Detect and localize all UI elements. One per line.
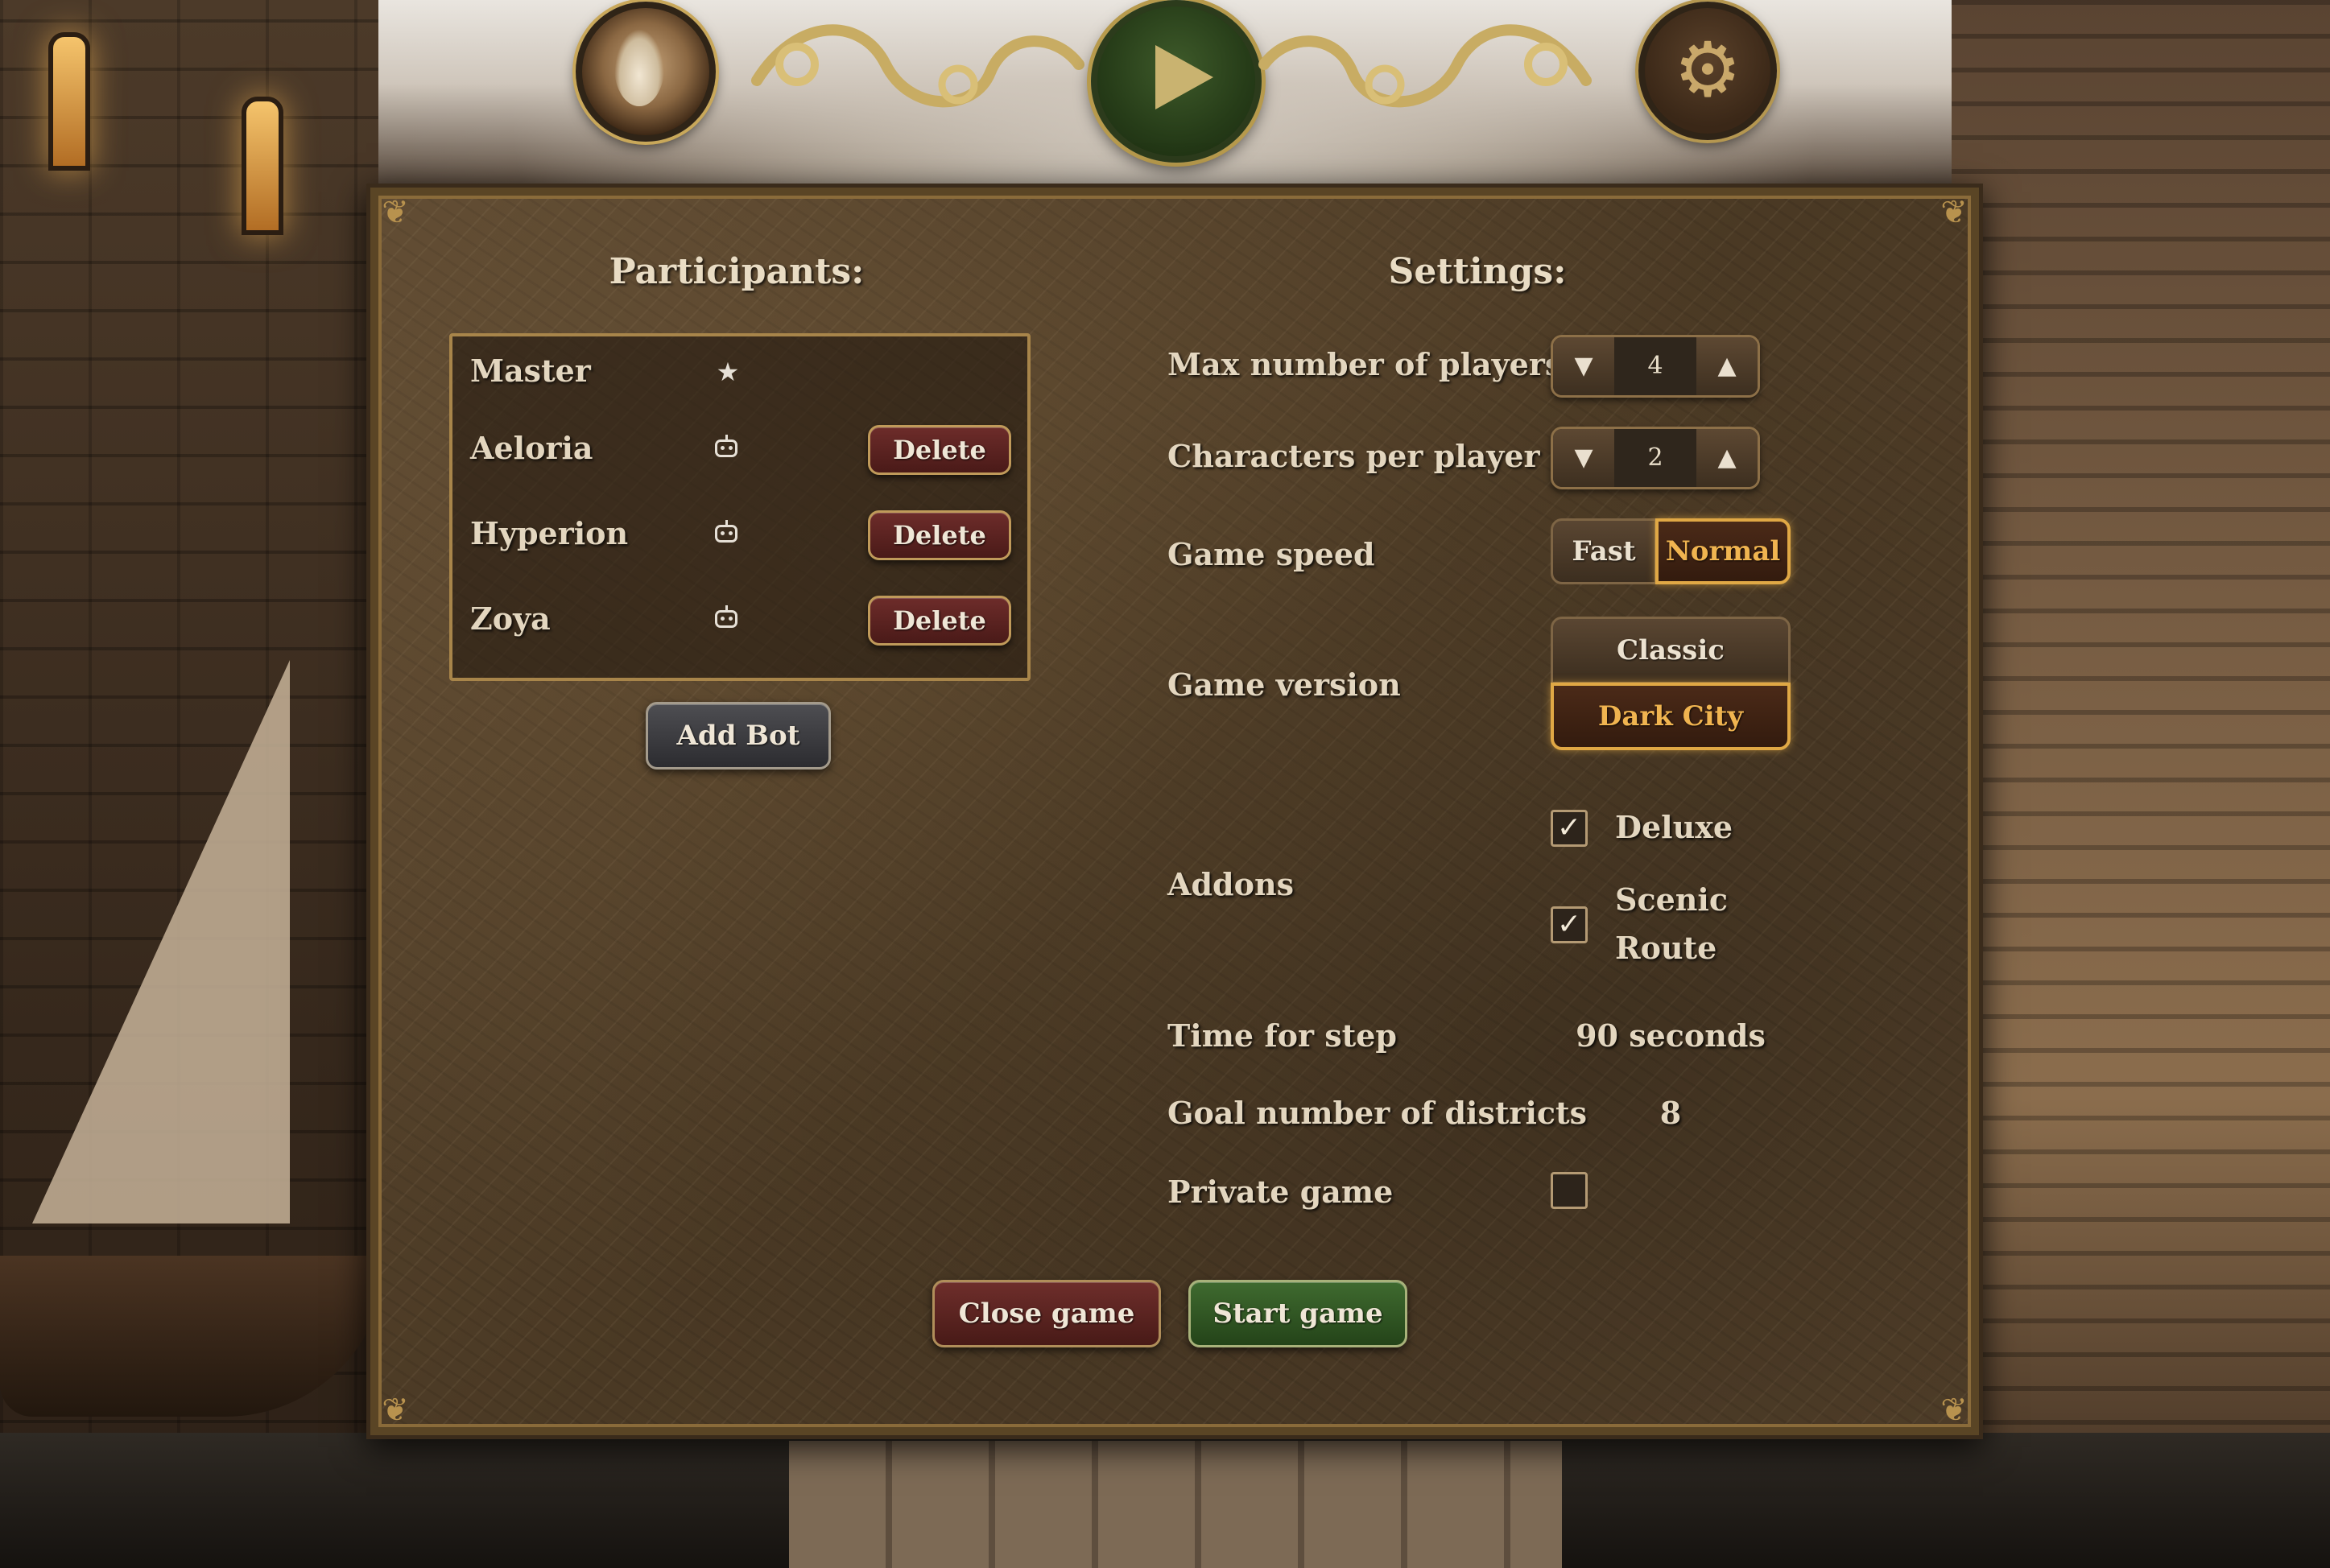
- version-dark-city-option[interactable]: Dark City: [1551, 683, 1791, 750]
- right-building-background: [1952, 0, 2330, 1568]
- scenic-route-label-line1: Scenic: [1615, 881, 1728, 918]
- participant-name: Zoya: [470, 600, 551, 637]
- private-game-label: Private game: [1167, 1174, 1394, 1210]
- left-building-background: [0, 0, 386, 1568]
- bot-icon: [715, 435, 737, 457]
- close-game-button[interactable]: Close game: [932, 1280, 1161, 1347]
- participant-row-master: Master ★: [452, 336, 1027, 414]
- game-version-label: Game version: [1167, 666, 1401, 703]
- speed-fast-option[interactable]: Fast: [1551, 518, 1657, 584]
- characters-per-player-value: 2: [1614, 429, 1696, 487]
- max-players-stepper: ▼ 4 ▲: [1551, 335, 1760, 398]
- participant-row-aeloria: Aeloria Delete: [452, 417, 1027, 494]
- participant-name: Master: [470, 353, 591, 389]
- version-classic-option[interactable]: Classic: [1551, 617, 1791, 684]
- settings-button[interactable]: ⚙: [1638, 2, 1777, 140]
- time-for-step-value: 90 seconds: [1576, 1017, 1766, 1054]
- scenic-route-label-line2: Route: [1615, 930, 1717, 966]
- bot-icon: [715, 520, 737, 543]
- play-button[interactable]: [1091, 0, 1262, 163]
- participant-row-hyperion: Hyperion Delete: [452, 502, 1027, 580]
- star-icon: ★: [716, 357, 740, 387]
- addons-label: Addons: [1167, 866, 1294, 902]
- delete-button-hyperion[interactable]: Delete: [868, 510, 1011, 560]
- start-game-button[interactable]: Start game: [1188, 1280, 1407, 1347]
- characters-per-player-stepper: ▼ 2 ▲: [1551, 427, 1760, 489]
- participant-name: Hyperion: [470, 515, 629, 551]
- corner-ornament: ❦: [1940, 1392, 1968, 1429]
- delete-button-zoya[interactable]: Delete: [868, 596, 1011, 646]
- increment-button[interactable]: ▲: [1696, 429, 1758, 487]
- gear-icon: ⚙: [1673, 27, 1742, 114]
- corner-ornament: ❦: [1940, 194, 1968, 231]
- decrement-button[interactable]: ▼: [1553, 429, 1614, 487]
- scenic-route-checkbox[interactable]: ✓: [1551, 906, 1588, 943]
- max-players-value: 4: [1614, 337, 1696, 395]
- participants-list: Master ★ Aeloria Delete Hyperion Delete …: [449, 333, 1031, 681]
- lit-window: [242, 97, 283, 235]
- add-bot-button[interactable]: Add Bot: [646, 702, 831, 770]
- goal-districts-value: 8: [1659, 1095, 1682, 1131]
- lit-window: [48, 32, 90, 171]
- private-game-checkbox[interactable]: [1551, 1172, 1588, 1209]
- profile-avatar-button[interactable]: [576, 2, 716, 142]
- game-speed-label: Game speed: [1167, 536, 1375, 572]
- speed-normal-option[interactable]: Normal: [1655, 518, 1791, 584]
- increment-button[interactable]: ▲: [1696, 337, 1758, 395]
- max-players-label: Max number of players: [1167, 346, 1563, 382]
- delete-button-aeloria[interactable]: Delete: [868, 425, 1011, 475]
- deluxe-label: Deluxe: [1615, 809, 1733, 845]
- bot-icon: [715, 605, 737, 628]
- ship-sail: [32, 660, 290, 1223]
- decrement-button[interactable]: ▼: [1553, 337, 1614, 395]
- ship-hull: [0, 1256, 386, 1417]
- corner-ornament: ❦: [382, 1392, 409, 1429]
- deluxe-checkbox[interactable]: ✓: [1551, 810, 1588, 847]
- goal-districts-label: Goal number of districts: [1167, 1095, 1587, 1131]
- corner-ornament: ❦: [382, 194, 409, 231]
- characters-per-player-label: Characters per player: [1167, 438, 1540, 474]
- right-ornament: [1256, 8, 1594, 129]
- settings-heading: Settings:: [1388, 251, 1567, 292]
- stone-dock: [789, 1441, 1562, 1568]
- time-for-step-label: Time for step: [1167, 1017, 1397, 1054]
- participants-heading: Participants:: [609, 251, 865, 292]
- participant-row-zoya: Zoya Delete: [452, 588, 1027, 665]
- wizard-avatar-icon: [614, 29, 664, 106]
- participant-name: Aeloria: [470, 430, 593, 466]
- left-ornament: [749, 8, 1087, 129]
- play-icon: [1155, 45, 1213, 109]
